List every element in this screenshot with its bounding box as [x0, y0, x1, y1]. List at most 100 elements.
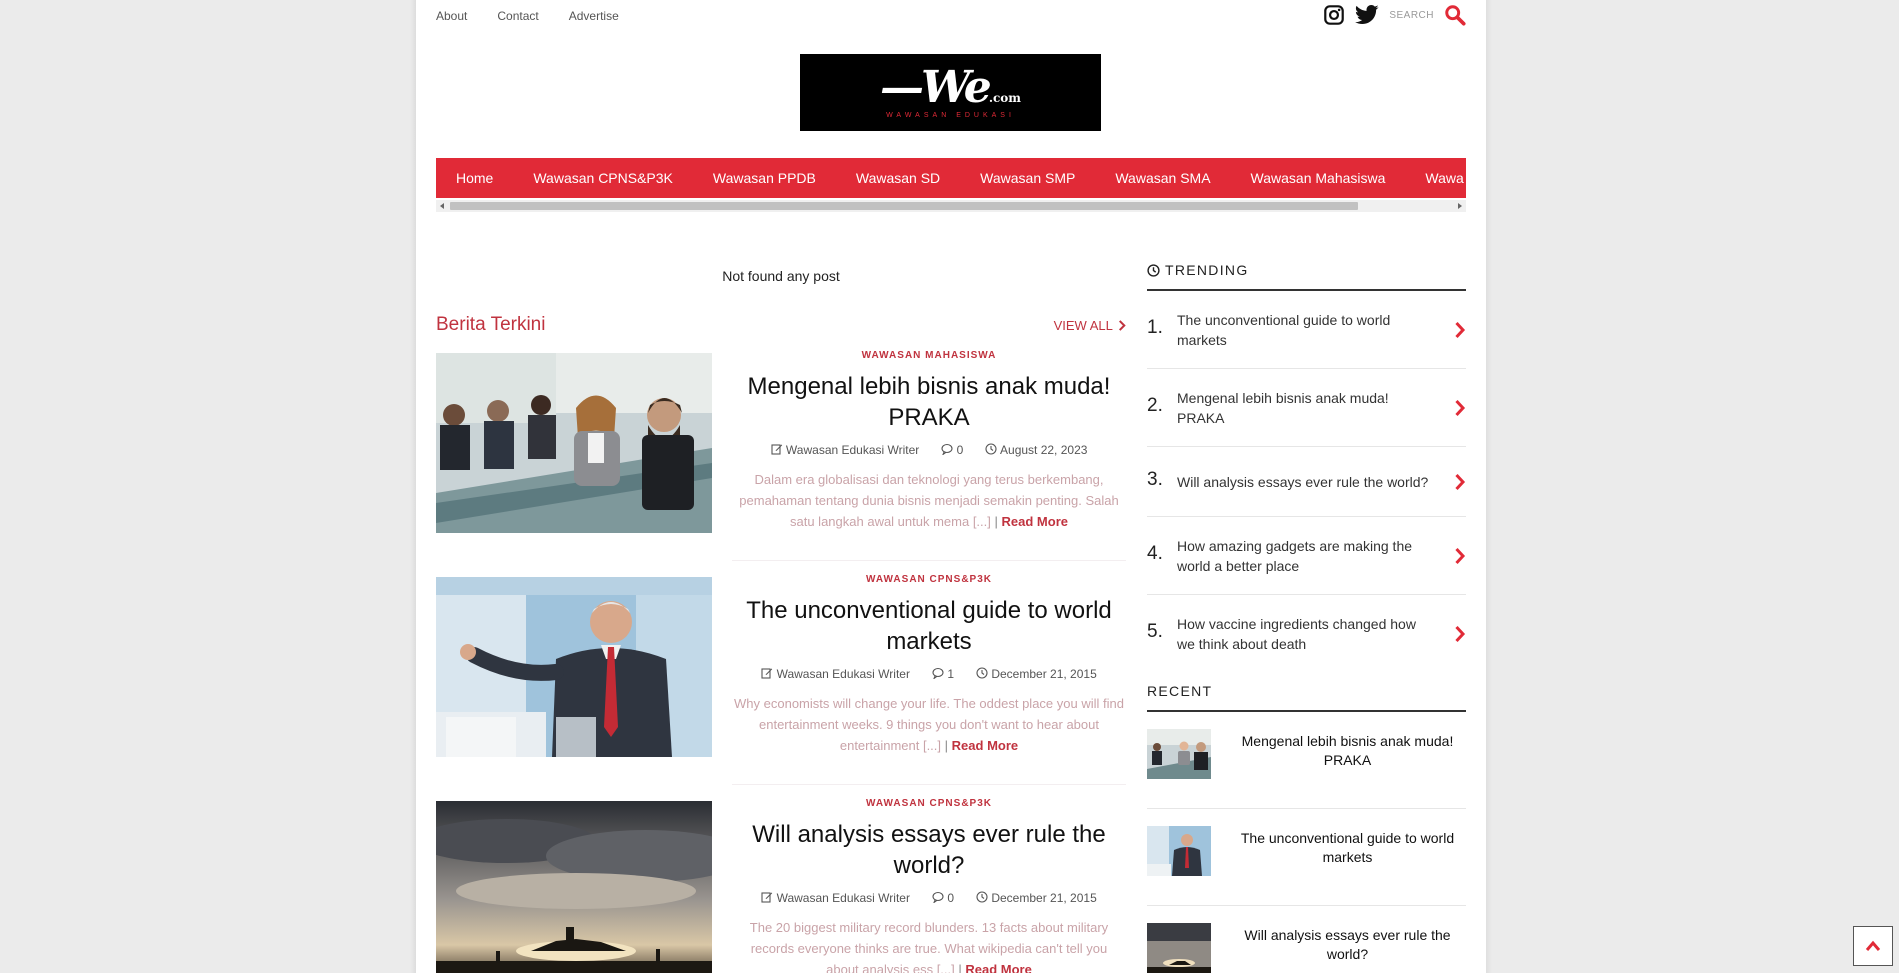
- chevron-right-icon: [1118, 320, 1126, 331]
- logo-tagline: WAWASAN EDUKASI: [886, 112, 1015, 119]
- top-links: About Contact Advertise: [436, 9, 619, 23]
- excerpt-separator: |: [994, 514, 998, 529]
- scroll-right-arrow[interactable]: [1458, 203, 1462, 209]
- trending-number: 3.: [1147, 468, 1163, 490]
- edit-icon: [771, 444, 782, 455]
- comment-icon: [932, 891, 944, 904]
- top-link-advertise[interactable]: Advertise: [569, 9, 619, 23]
- nav-more[interactable]: Wawa: [1405, 170, 1466, 186]
- read-more-link[interactable]: Read More: [952, 738, 1018, 753]
- chevron-right-icon[interactable]: [1454, 399, 1466, 417]
- trending-text[interactable]: Will analysis essays ever rule the world…: [1177, 472, 1436, 492]
- main-nav: Home Wawasan CPNS&P3K Wawasan PPDB Wawas…: [436, 158, 1466, 198]
- trending-number: 2.: [1147, 394, 1163, 416]
- post-body: WAWASAN MAHASISWA Mengenal lebih bisnis …: [732, 348, 1126, 532]
- site-logo[interactable]: —We.com WAWASAN EDUKASI: [800, 54, 1101, 131]
- recent-text[interactable]: Will analysis essays ever rule the world…: [1229, 926, 1466, 964]
- scroll-left-arrow[interactable]: [440, 203, 444, 209]
- trending-item[interactable]: 4. How amazing gadgets are making the wo…: [1147, 517, 1466, 595]
- recent-text[interactable]: Mengenal lebih bisnis anak muda! PRAKA: [1229, 732, 1466, 770]
- latest-section-header: Berita Terkini VIEW ALL: [436, 314, 1126, 338]
- nav-cpns[interactable]: Wawasan CPNS&P3K: [513, 170, 693, 186]
- post-category[interactable]: WAWASAN CPNS&P3K: [732, 574, 1126, 585]
- clock-icon: [985, 443, 997, 455]
- excerpt-separator: |: [958, 962, 962, 973]
- recent-section: RECENT Mengenal lebih bisnis anak muda! …: [1147, 683, 1466, 973]
- post-excerpt: The 20 biggest military record blunders.…: [732, 917, 1126, 973]
- latest-title: Berita Terkini: [436, 314, 546, 335]
- post-body: WAWASAN CPNS&P3K The unconventional guid…: [732, 572, 1126, 756]
- trending-number: 5.: [1147, 620, 1163, 642]
- post-comments[interactable]: 1: [932, 667, 954, 681]
- read-more-link[interactable]: Read More: [965, 962, 1031, 973]
- recent-thumbnail[interactable]: [1147, 729, 1211, 779]
- trending-title: TRENDING: [1147, 262, 1466, 278]
- trending-item[interactable]: 3. Will analysis essays ever rule the wo…: [1147, 447, 1466, 517]
- post-thumbnail[interactable]: [436, 801, 712, 973]
- post-title[interactable]: Mengenal lebih bisnis anak muda! PRAKA: [732, 371, 1126, 433]
- chevron-right-icon[interactable]: [1454, 547, 1466, 565]
- scrollbar-thumb[interactable]: [450, 202, 1358, 210]
- post-author[interactable]: Wawasan Edukasi Writer: [771, 443, 919, 457]
- clock-icon: [976, 667, 988, 679]
- search-label[interactable]: SEARCH: [1389, 10, 1434, 21]
- nav-smp[interactable]: Wawasan SMP: [960, 170, 1095, 186]
- nav-scrollbar[interactable]: [436, 200, 1466, 212]
- trending-text[interactable]: How amazing gadgets are making the world…: [1177, 536, 1436, 576]
- recent-title: RECENT: [1147, 683, 1213, 699]
- post-author[interactable]: Wawasan Edukasi Writer: [761, 667, 910, 681]
- post-title[interactable]: Will analysis essays ever rule the world…: [732, 819, 1126, 881]
- post-comments[interactable]: 0: [941, 443, 963, 457]
- trending-item[interactable]: 1. The unconventional guide to world mar…: [1147, 291, 1466, 369]
- trending-text[interactable]: Mengenal lebih bisnis anak muda! PRAKA: [1177, 388, 1436, 428]
- logo-mark: —We.com: [879, 62, 1021, 113]
- post-meta: Wawasan Edukasi Writer 0 August 22, 2023: [732, 443, 1126, 457]
- post-author[interactable]: Wawasan Edukasi Writer: [761, 891, 910, 905]
- featured-empty-text: Not found any post: [722, 268, 840, 284]
- instagram-icon[interactable]: [1323, 4, 1345, 26]
- sidebar: TRENDING 1. The unconventional guide to …: [1147, 262, 1466, 973]
- read-more-link[interactable]: Read More: [1002, 514, 1068, 529]
- recent-item[interactable]: Mengenal lebih bisnis anak muda! PRAKA: [1147, 712, 1466, 809]
- trending-item[interactable]: 5. How vaccine ingredients changed how w…: [1147, 595, 1466, 673]
- post-category[interactable]: WAWASAN CPNS&P3K: [732, 798, 1126, 809]
- chevron-right-icon[interactable]: [1454, 321, 1466, 339]
- recent-item[interactable]: Will analysis essays ever rule the world…: [1147, 906, 1466, 973]
- post-date: August 22, 2023: [985, 443, 1087, 457]
- nav-ppdb[interactable]: Wawasan PPDB: [693, 170, 836, 186]
- chevron-right-icon[interactable]: [1454, 473, 1466, 491]
- search-icon[interactable]: [1444, 4, 1466, 26]
- top-link-about[interactable]: About: [436, 9, 467, 23]
- social-and-search: SEARCH: [1323, 4, 1466, 26]
- back-to-top-button[interactable]: [1853, 926, 1893, 966]
- nav-home[interactable]: Home: [436, 170, 513, 186]
- trending-item[interactable]: 2. Mengenal lebih bisnis anak muda! PRAK…: [1147, 369, 1466, 447]
- comment-icon: [941, 443, 953, 456]
- post-meta: Wawasan Edukasi Writer 0 December 21, 20…: [732, 891, 1126, 905]
- trending-text[interactable]: How vaccine ingredients changed how we t…: [1177, 614, 1436, 654]
- top-link-contact[interactable]: Contact: [497, 9, 538, 23]
- edit-icon: [761, 892, 773, 903]
- recent-item[interactable]: The unconventional guide to world market…: [1147, 809, 1466, 906]
- post-thumbnail[interactable]: [436, 577, 712, 757]
- recent-text[interactable]: The unconventional guide to world market…: [1229, 829, 1466, 867]
- nav-mahasiswa[interactable]: Wawasan Mahasiswa: [1231, 170, 1406, 186]
- nav-sd[interactable]: Wawasan SD: [836, 170, 960, 186]
- post-excerpt: Why economists will change your life. Th…: [734, 696, 1124, 753]
- post-comments[interactable]: 0: [932, 891, 954, 905]
- post-item: WAWASAN MAHASISWA Mengenal lebih bisnis …: [436, 348, 1126, 533]
- view-all-link[interactable]: VIEW ALL: [1054, 318, 1126, 333]
- post-date: December 21, 2015: [976, 891, 1097, 905]
- trending-text[interactable]: The unconventional guide to world market…: [1177, 310, 1436, 350]
- post-excerpt: Dalam era globalisasi dan teknologi yang…: [739, 472, 1119, 529]
- post-meta: Wawasan Edukasi Writer 1 December 21, 20…: [732, 667, 1126, 681]
- post-thumbnail[interactable]: [436, 353, 712, 533]
- nav-sma[interactable]: Wawasan SMA: [1095, 170, 1230, 186]
- twitter-icon[interactable]: [1355, 4, 1379, 26]
- recent-thumbnail[interactable]: [1147, 826, 1211, 876]
- post-category[interactable]: WAWASAN MAHASISWA: [732, 350, 1126, 361]
- post-title[interactable]: The unconventional guide to world market…: [732, 595, 1126, 657]
- chevron-right-icon[interactable]: [1454, 625, 1466, 643]
- recent-thumbnail[interactable]: [1147, 923, 1211, 973]
- top-bar: About Contact Advertise SEARCH: [436, 0, 1466, 32]
